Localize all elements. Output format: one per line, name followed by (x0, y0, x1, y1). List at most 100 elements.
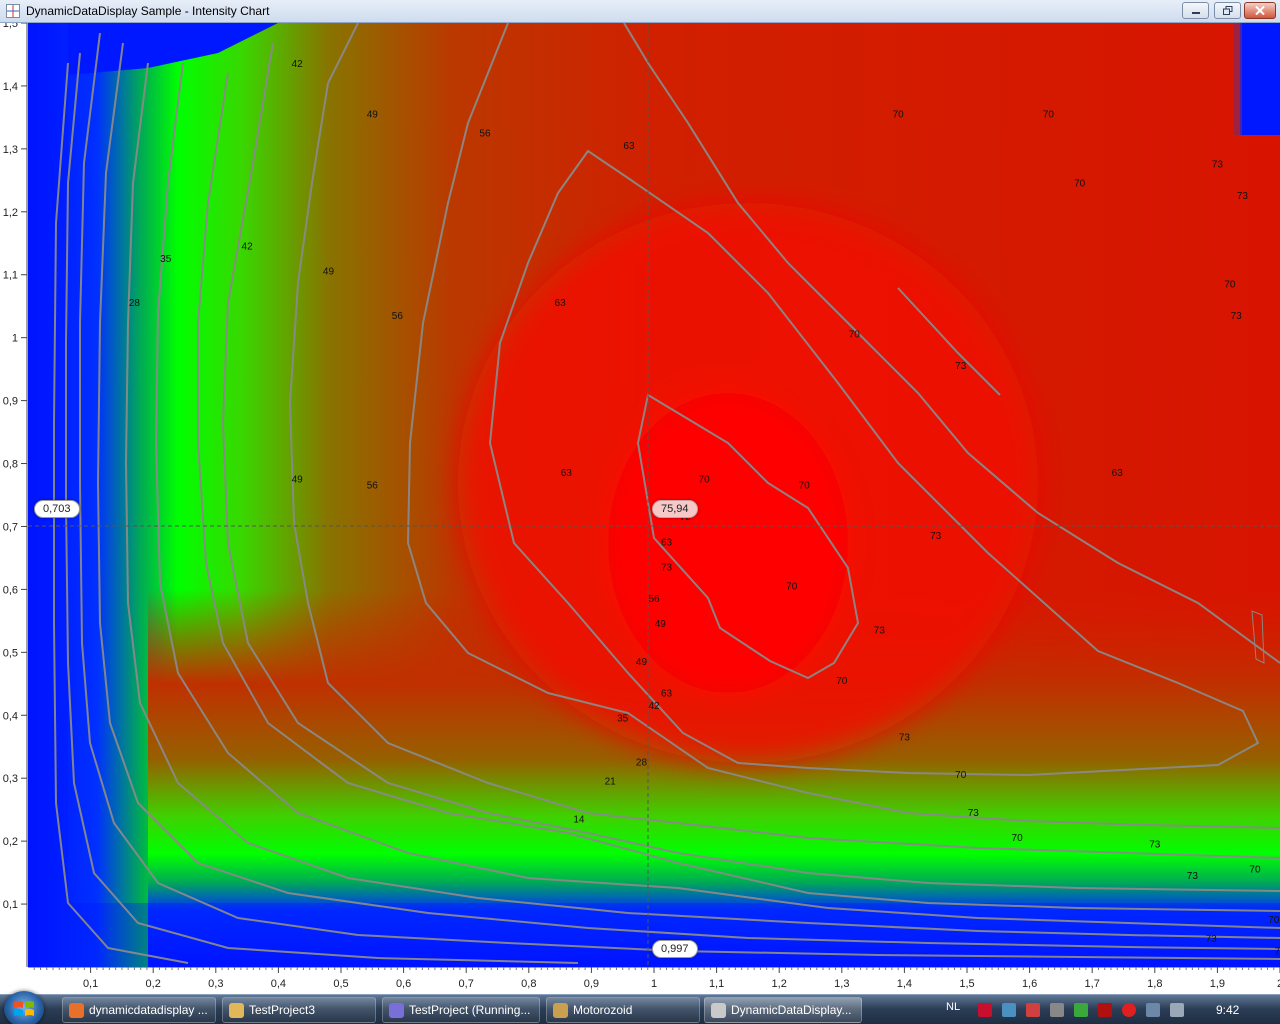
contour-label: 73 (661, 563, 673, 574)
contour-label: 70 (836, 676, 848, 687)
app-window: DynamicDataDisplay Sample - Intensity Ch… (0, 0, 1280, 1024)
contour-label: 73 (1237, 191, 1249, 202)
vmware-icon[interactable] (1050, 1003, 1064, 1017)
x-tick-label: 1,4 (897, 978, 912, 990)
taskbar-item-label: TestProject3 (249, 1003, 316, 1017)
contour-label: 70 (1012, 833, 1024, 844)
y-tick-label: 0,8 (3, 459, 18, 471)
app-icon (6, 4, 20, 18)
minimize-button[interactable] (1182, 2, 1209, 19)
contour-label: 73 (930, 531, 942, 542)
y-tick-label: 1,5 (3, 23, 18, 30)
contour-label: 70 (1224, 279, 1236, 290)
contour-label: 70 (1268, 915, 1280, 926)
contour-label: 73 (1187, 871, 1199, 882)
pdf-icon[interactable] (978, 1003, 992, 1017)
contour-label: 56 (367, 481, 379, 492)
adobe-icon[interactable] (1098, 1003, 1112, 1017)
y-tick-label: 1 (12, 333, 18, 345)
title-bar[interactable]: DynamicDataDisplay Sample - Intensity Ch… (0, 0, 1280, 23)
x-tick-label: 0,4 (271, 978, 286, 990)
x-tick-label: 0,7 (459, 978, 474, 990)
x-tick-label: 0,9 (584, 978, 599, 990)
contour-label: 63 (555, 298, 567, 309)
y-tick-label: 1,2 (3, 207, 18, 219)
contour-label: 28 (129, 298, 141, 309)
y-tick-label: 0,1 (3, 899, 18, 911)
close-button[interactable] (1244, 2, 1276, 19)
taskbar-item[interactable]: TestProject3 (222, 997, 376, 1023)
contour-label: 70 (799, 481, 811, 492)
contour-label: 63 (661, 688, 673, 699)
contour-label: 73 (899, 732, 911, 743)
x-tick-label: 0,2 (146, 978, 161, 990)
contour-label: 73 (874, 625, 886, 636)
contour-label: 63 (561, 468, 573, 479)
display-icon[interactable] (1002, 1003, 1016, 1017)
contour-label: 42 (648, 701, 660, 712)
taskbar-item-label: dynamicdatadisplay ... (89, 1003, 208, 1017)
y-tick-label: 1,1 (3, 270, 18, 282)
contour-label: 35 (160, 254, 172, 265)
cursor-value-label: 75,94 (652, 500, 698, 518)
y-tick-label: 0,3 (3, 773, 18, 785)
contour-label: 56 (479, 128, 491, 139)
y-tick-label: 1,4 (3, 81, 18, 93)
contour-label: 73 (1149, 839, 1161, 850)
system-tray: NL 9:42 (932, 995, 1280, 1024)
y-tick-label: 0,7 (3, 521, 18, 533)
heatmap-plot[interactable]: 42 49 56 63 70 70 73 73 70 70 73 73 70 63 56 49 42 35 28 70… (28, 23, 1280, 967)
flag-icon[interactable] (1026, 1003, 1040, 1017)
contour-label: 70 (786, 581, 798, 592)
contour-label: 63 (661, 537, 673, 548)
y-tick-label: 1,3 (3, 144, 18, 156)
x-tick-label: 1,7 (1085, 978, 1100, 990)
taskbar-item-label: DynamicDataDisplay... (731, 1003, 852, 1017)
contour-label: 42 (292, 59, 304, 70)
contour-label: 70 (955, 770, 967, 781)
x-tick-label: 1,9 (1210, 978, 1225, 990)
x-tick-label: 0,3 (208, 978, 223, 990)
x-tick-label: 0,8 (521, 978, 536, 990)
taskbar-item[interactable]: DynamicDataDisplay... (704, 997, 862, 1023)
contour-label: 73 (955, 361, 967, 372)
contour-label: 70 (1043, 109, 1055, 120)
start-button[interactable] (4, 991, 44, 1024)
app-icon (553, 1003, 568, 1018)
x-cursor-label: 0,997 (652, 940, 698, 958)
x-tick-label: 0,1 (83, 978, 98, 990)
y-axis: 0,1 0,2 0,3 0,4 0,5 0,6 0,7 0,8 0,9 1 1,1 1,2 1,3 1,4… (0, 23, 28, 971)
y-cursor-label: 0,703 (34, 500, 80, 518)
app-icon (389, 1003, 404, 1018)
x-tick-label: 1,3 (834, 978, 849, 990)
taskbar-item[interactable]: dynamicdatadisplay ... (62, 997, 216, 1023)
y-tick-label: 0,9 (3, 396, 18, 408)
clock[interactable]: 9:42 (1216, 1003, 1239, 1017)
contour-label: 63 (623, 141, 635, 152)
y-tick-label: 0,4 (3, 710, 18, 722)
intensity-chart[interactable]: 42 49 56 63 70 70 73 73 70 70 73 73 70 63 56 49 42 35 28 70… (0, 23, 1280, 995)
security-check-icon[interactable] (1074, 1003, 1088, 1017)
error-icon[interactable] (1122, 1003, 1136, 1017)
contour-label: 49 (292, 474, 304, 485)
restore-button[interactable] (1214, 2, 1241, 19)
taskbar: dynamicdatadisplay ... TestProject3 TestPr… (0, 991, 1280, 1024)
x-tick-label: 1,5 (959, 978, 974, 990)
x-axis: 0,1 0,2 0,3 0,4 0,5 0,6 0,7 0,8 0,9 1 1,1 1,2 1,3 1,4… (0, 967, 1280, 995)
x-tick-label: 1 (651, 978, 657, 990)
volume-icon[interactable] (1170, 1003, 1184, 1017)
windows-logo-icon (14, 1001, 34, 1016)
contour-label: 56 (392, 311, 404, 322)
language-indicator[interactable]: NL (946, 1001, 960, 1013)
taskbar-item[interactable]: Motorozoid (546, 997, 700, 1023)
contour-label: 63 (1112, 468, 1124, 479)
y-tick-label: 0,6 (3, 584, 18, 596)
taskbar-item[interactable]: TestProject (Running... (382, 997, 540, 1023)
network-icon[interactable] (1146, 1003, 1160, 1017)
close-icon (1255, 6, 1265, 15)
contour-label: 42 (242, 242, 254, 253)
contour-label: 49 (655, 619, 667, 630)
contour-label: 14 (573, 814, 585, 825)
contour-label: 70 (849, 330, 861, 341)
contour-label: 73 (1274, 946, 1280, 957)
